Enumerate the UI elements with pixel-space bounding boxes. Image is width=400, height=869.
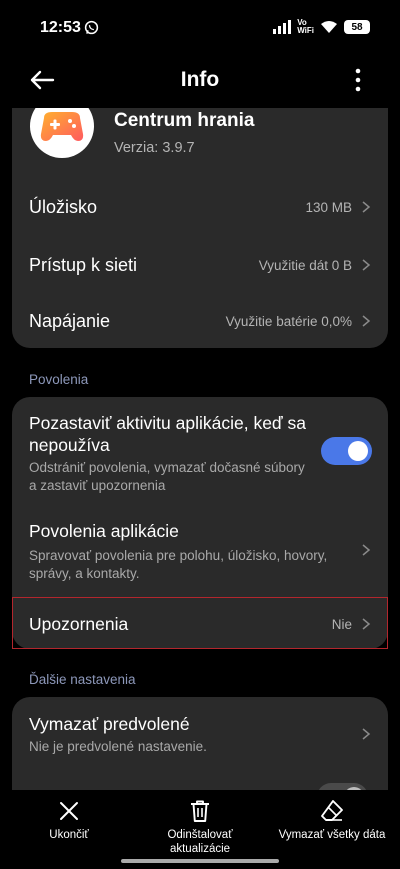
gamepad-icon bbox=[40, 112, 84, 141]
chevron-right-icon bbox=[362, 201, 371, 213]
app-name: Centrum hrania bbox=[114, 110, 255, 131]
vowifi-indicator: Vo WiFi bbox=[297, 19, 314, 35]
uninstall-updates-label-1: Odinštalovať bbox=[167, 829, 233, 841]
app-info-screen: 12:53 Vo WiFi 58 Info Centrum hrania Ver… bbox=[0, 0, 400, 869]
chevron-right-icon bbox=[362, 728, 371, 740]
app-version: Verzia: 3.9.7 bbox=[114, 140, 195, 156]
home-indicator[interactable] bbox=[121, 859, 279, 863]
chevron-right-icon bbox=[362, 544, 371, 556]
close-icon bbox=[60, 802, 78, 820]
vowifi-bottom: WiFi bbox=[297, 26, 314, 35]
clear-defaults-row[interactable]: Vymazať predvolené Nie je predvolené nas… bbox=[12, 697, 388, 769]
network-access-row[interactable]: Prístup k sieti Využitie dát 0 B bbox=[12, 236, 388, 294]
clear-all-data-label: Vymazať všetky dáta bbox=[278, 829, 386, 841]
more-settings-section-title: Ďalšie nastavenia bbox=[29, 672, 136, 687]
chevron-right-icon bbox=[362, 259, 371, 271]
storage-row[interactable]: Úložisko 130 MB bbox=[12, 178, 388, 236]
clear-defaults-sub: Nie je predvolené nastavenie. bbox=[29, 739, 207, 754]
app-icon bbox=[30, 108, 94, 158]
trash-icon bbox=[191, 800, 209, 822]
permissions-section-title: Povolenia bbox=[29, 372, 89, 387]
pause-activity-label-1: Pozastaviť aktivitu aplikácie, keď sa bbox=[29, 413, 307, 433]
status-icons: Vo WiFi 58 bbox=[273, 17, 370, 37]
partial-toggle[interactable] bbox=[317, 783, 368, 790]
uninstall-updates-label-2: aktualizácie bbox=[169, 843, 231, 855]
app-permissions-sub-1: Spravovať povolenia pre polohu, úložisko… bbox=[29, 548, 328, 563]
storage-label: Úložisko bbox=[29, 197, 98, 217]
page-title: Info bbox=[180, 68, 220, 91]
force-stop-label: Ukončiť bbox=[49, 829, 89, 841]
app-permissions-label: Povolenia aplikácie bbox=[29, 521, 179, 541]
app-permissions-row[interactable]: Povolenia aplikácie Spravovať povolenia … bbox=[12, 509, 388, 589]
pause-activity-row[interactable]: Pozastaviť aktivitu aplikácie, keď sa ne… bbox=[12, 397, 388, 497]
settings-content[interactable]: Centrum hrania Verzia: 3.9.7 Úložisko 13… bbox=[0, 108, 400, 790]
power-row[interactable]: Napájanie Využitie batérie 0,0% bbox=[12, 294, 388, 348]
app-info-card: Centrum hrania Verzia: 3.9.7 Úložisko 13… bbox=[12, 108, 388, 348]
pause-activity-sub-1: Odstrániť povolenia, vymazať dočasné súb… bbox=[29, 460, 305, 475]
pause-activity-sub-2: a zastaviť upozornenia bbox=[29, 478, 166, 493]
storage-value: 130 MB bbox=[305, 200, 352, 215]
eraser-icon bbox=[321, 800, 343, 821]
pause-activity-label-2: nepoužíva bbox=[29, 435, 110, 455]
battery-level: 58 bbox=[351, 21, 363, 33]
wifi-icon bbox=[321, 21, 337, 33]
whatsapp-icon bbox=[84, 20, 99, 35]
status-bar: 12:53 Vo WiFi 58 bbox=[0, 0, 400, 52]
signal-icon bbox=[273, 20, 292, 34]
app-bar: Info bbox=[0, 52, 400, 108]
status-time: 12:53 bbox=[40, 19, 81, 36]
clear-all-data-button[interactable]: Vymazať všetky dáta bbox=[276, 798, 388, 842]
toggle-knob bbox=[348, 441, 368, 461]
clear-defaults-label: Vymazať predvolené bbox=[29, 714, 190, 734]
network-access-label: Prístup k sieti bbox=[29, 255, 138, 275]
bottom-action-bar: Ukončiť Odinštalovať aktualizácie Vymaza… bbox=[0, 790, 400, 869]
more-settings-card: Vymazať predvolené Nie je predvolené nas… bbox=[12, 697, 388, 790]
notifications-highlight bbox=[12, 597, 388, 649]
app-permissions-sub-2: správy, a kontakty. bbox=[29, 566, 140, 581]
uninstall-updates-button[interactable]: Odinštalovať aktualizácie bbox=[150, 798, 250, 856]
battery-icon: 58 bbox=[344, 20, 370, 34]
chevron-right-icon bbox=[362, 315, 371, 327]
pause-activity-toggle[interactable] bbox=[321, 437, 372, 465]
network-access-value: Využitie dát 0 B bbox=[258, 258, 352, 273]
power-value: Využitie batérie 0,0% bbox=[225, 314, 352, 329]
force-stop-button[interactable]: Ukončiť bbox=[30, 798, 108, 842]
more-vertical-icon[interactable] bbox=[342, 64, 374, 96]
power-label: Napájanie bbox=[29, 311, 111, 331]
